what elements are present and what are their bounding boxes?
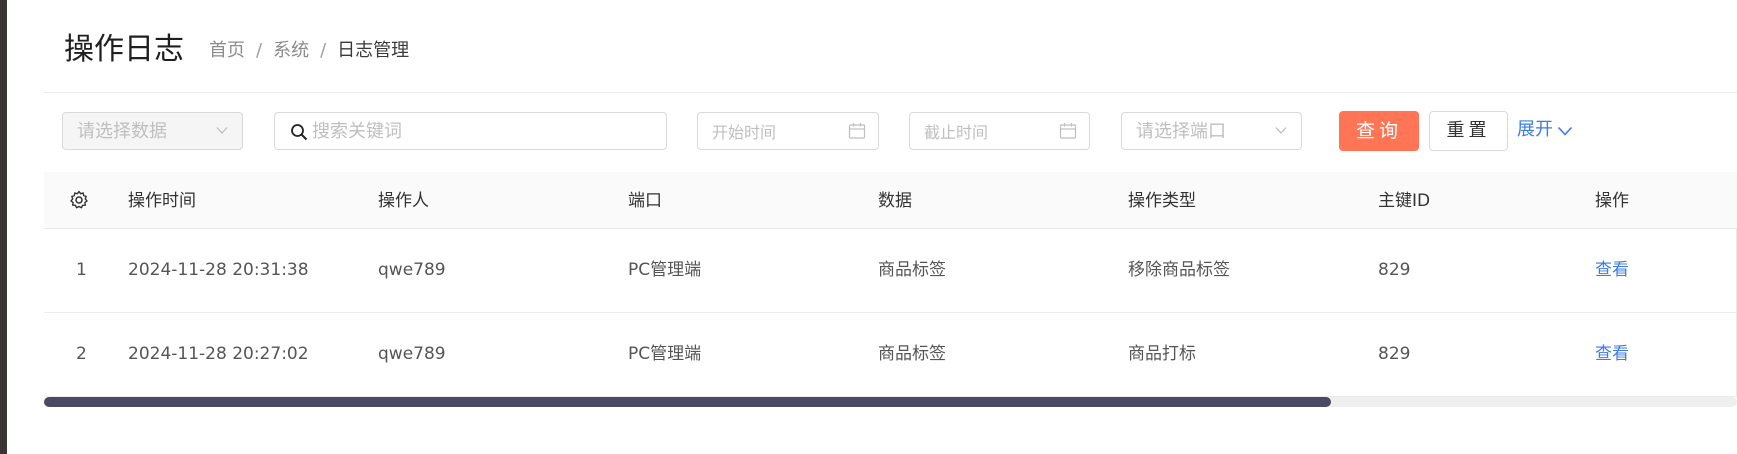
column-header-action: 操作 (1595, 191, 1629, 211)
view-link[interactable]: 查看 (1595, 259, 1629, 281)
cell-port: PC管理端 (628, 260, 702, 280)
chevron-down-icon (1275, 127, 1287, 134)
breadcrumb-system[interactable]: 系统 (273, 40, 309, 61)
column-header-operator[interactable]: 操作人 (378, 190, 429, 212)
query-button[interactable]: 查询 (1339, 111, 1419, 151)
calendar-icon (848, 123, 866, 139)
calendar-icon (1059, 123, 1077, 139)
table-row: 1 2024-11-28 20:31:38 qwe789 PC管理端 商品标签 … (44, 229, 1737, 313)
expand-button[interactable]: 展开 (1517, 118, 1573, 142)
horizontal-scrollbar[interactable] (44, 397, 1737, 407)
search-input[interactable]: 搜索关键词 (274, 112, 667, 150)
page-header: 操作日志 首页 / 系统 / 日志管理 (44, 0, 1737, 93)
start-time-placeholder: 开始时间 (712, 123, 777, 142)
column-header-key-id[interactable]: 主键ID (1378, 190, 1430, 212)
cell-time: 2024-11-28 20:27:02 (128, 344, 309, 364)
breadcrumb-home[interactable]: 首页 (209, 40, 245, 61)
table-header: 操作时间 操作人 端口 数据 操作类型 主键ID 操作 (44, 172, 1737, 229)
search-placeholder: 搜索关键词 (312, 121, 402, 142)
expand-label: 展开 (1517, 119, 1553, 140)
port-select-placeholder: 请选择端口 (1136, 121, 1226, 142)
row-index: 2 (76, 344, 87, 364)
page-title: 操作日志 (64, 32, 184, 67)
data-select-placeholder: 请选择数据 (77, 121, 167, 142)
table-row: 2 2024-11-28 20:27:02 qwe789 PC管理端 商品标签 … (44, 313, 1737, 397)
port-select[interactable]: 请选择端口 (1121, 112, 1302, 150)
breadcrumb-current: 日志管理 (337, 40, 410, 61)
cell-key-id: 829 (1378, 344, 1411, 364)
cell-key-id: 829 (1378, 260, 1411, 280)
search-icon (291, 124, 308, 141)
log-table: 操作时间 操作人 端口 数据 操作类型 主键ID 操作 1 2024-11-28… (44, 172, 1737, 397)
row-index: 1 (76, 260, 87, 280)
end-time-picker[interactable]: 截止时间 (909, 112, 1090, 150)
reset-button[interactable]: 重置 (1429, 111, 1508, 151)
column-header-time[interactable]: 操作时间 (128, 190, 196, 212)
cell-op-type: 商品打标 (1128, 344, 1196, 364)
cell-time: 2024-11-28 20:31:38 (128, 260, 309, 280)
end-time-placeholder: 截止时间 (924, 123, 989, 142)
chevron-down-icon (216, 127, 228, 134)
cell-data: 商品标签 (878, 344, 946, 364)
column-header-op-type[interactable]: 操作类型 (1128, 190, 1196, 212)
scrollbar-thumb[interactable] (44, 397, 1331, 407)
window-edge (0, 0, 7, 454)
breadcrumb: 首页 / 系统 / 日志管理 (209, 40, 409, 62)
view-link[interactable]: 查看 (1595, 343, 1629, 365)
cell-port: PC管理端 (628, 344, 702, 364)
breadcrumb-separator: / (320, 40, 327, 61)
cell-op-type: 移除商品标签 (1128, 260, 1230, 280)
start-time-picker[interactable]: 开始时间 (697, 112, 879, 150)
cell-operator: qwe789 (378, 344, 446, 364)
column-header-data[interactable]: 数据 (878, 190, 912, 212)
breadcrumb-separator: / (256, 40, 263, 61)
data-select[interactable]: 请选择数据 (62, 112, 243, 150)
column-header-port[interactable]: 端口 (628, 190, 662, 212)
cell-data: 商品标签 (878, 260, 946, 280)
chevron-down-icon (1557, 126, 1573, 136)
cell-operator: qwe789 (378, 260, 446, 280)
gear-icon[interactable] (69, 190, 89, 210)
